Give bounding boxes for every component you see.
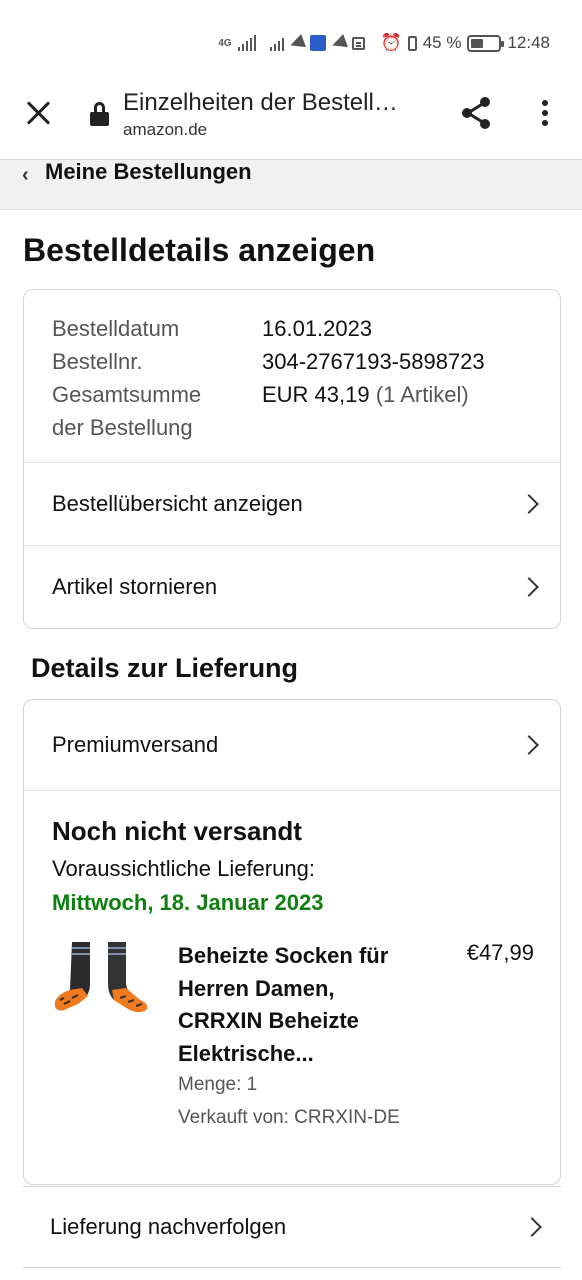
- app-notification-icon: [309, 35, 326, 51]
- order-date-value: 16.01.2023: [262, 316, 373, 341]
- order-date-label: Bestelldatum: [52, 316, 180, 341]
- status-icons: 4G ⏰ 45 % 12:48: [218, 33, 550, 53]
- expected-delivery-label: Voraussichtliche Lieferung:: [52, 856, 315, 881]
- chevron-right-icon: [522, 1217, 542, 1237]
- close-icon[interactable]: [24, 98, 54, 128]
- url-title-area[interactable]: Einzelheiten der Bestell… amazon.de: [123, 88, 433, 140]
- tab-title: Einzelheiten der Bestell…: [123, 89, 398, 116]
- track-delivery-link[interactable]: Lieferung nachverfolgen: [23, 1186, 561, 1268]
- page-title: Bestelldetails anzeigen: [23, 232, 376, 268]
- clock: 12:48: [507, 33, 550, 52]
- product-seller: Verkauft von: CRRXIN-DE: [178, 1107, 400, 1128]
- lock-icon[interactable]: [90, 102, 109, 126]
- shipping-method-link[interactable]: Premiumversand: [24, 700, 560, 790]
- delivery-card: Premiumversand Noch nicht versandt Vorau…: [23, 699, 561, 1185]
- order-item-count: (1 Artikel): [375, 382, 469, 407]
- share-icon[interactable]: [460, 96, 492, 130]
- message-icon: [351, 36, 365, 50]
- delivery-section-heading: Details zur Lieferung: [31, 653, 299, 683]
- breadcrumb[interactable]: ‹ Meine Bestellungen: [0, 160, 582, 210]
- battery-icon: [467, 34, 505, 52]
- track-delivery-label: Lieferung nachverfolgen: [50, 1214, 287, 1239]
- shipping-method-label: Premiumversand: [52, 732, 219, 757]
- signal-icon: [269, 35, 284, 51]
- telegram-icon: [287, 34, 306, 52]
- product-title-link[interactable]: Beheizte Socken für Herren Damen, CRRXIN…: [178, 940, 423, 1070]
- order-total-label: Gesamtsumme der Bestellung: [52, 382, 202, 440]
- product-quantity: Menge: 1: [178, 1074, 258, 1095]
- battery-percent: 45 %: [422, 33, 462, 52]
- signal-icon: [237, 35, 256, 51]
- domain-label: amazon.de: [123, 120, 208, 139]
- order-number-label: Bestellnr.: [52, 349, 143, 374]
- network-type: 4G: [218, 37, 232, 49]
- vibrate-icon: [407, 35, 417, 51]
- order-info: Bestelldatum 16.01.2023 Bestellnr. 304-2…: [52, 312, 485, 444]
- chevron-right-icon: [519, 494, 539, 514]
- chevron-right-icon: [519, 735, 539, 755]
- order-number-value: 304-2767193-5898723: [262, 349, 485, 374]
- alarm-icon: ⏰: [380, 33, 402, 52]
- chevron-right-icon: [519, 577, 539, 597]
- view-order-summary-link[interactable]: Bestellübersicht anzeigen: [24, 463, 560, 545]
- order-total-value: EUR 43,19 (1 Artikel): [262, 382, 469, 407]
- product-image[interactable]: [52, 940, 152, 1014]
- breadcrumb-label: Meine Bestellungen: [45, 159, 252, 184]
- view-order-summary-label: Bestellübersicht anzeigen: [52, 491, 303, 516]
- telegram-icon: [329, 34, 348, 52]
- shipment-status: Noch nicht versandt: [52, 816, 302, 846]
- cancel-items-link[interactable]: Artikel stornieren: [24, 546, 560, 628]
- chevron-left-icon: ‹: [22, 164, 29, 186]
- cancel-items-label: Artikel stornieren: [52, 574, 218, 599]
- browser-toolbar: Einzelheiten der Bestell… amazon.de: [0, 86, 582, 160]
- more-options-icon[interactable]: [530, 98, 560, 128]
- status-bar: 4G ⏰ 45 % 12:48: [0, 0, 582, 86]
- expected-delivery-date: Mittwoch, 18. Januar 2023: [52, 890, 324, 915]
- product-price: €47,99: [466, 940, 534, 965]
- order-summary-card: Bestelldatum 16.01.2023 Bestellnr. 304-2…: [23, 289, 561, 629]
